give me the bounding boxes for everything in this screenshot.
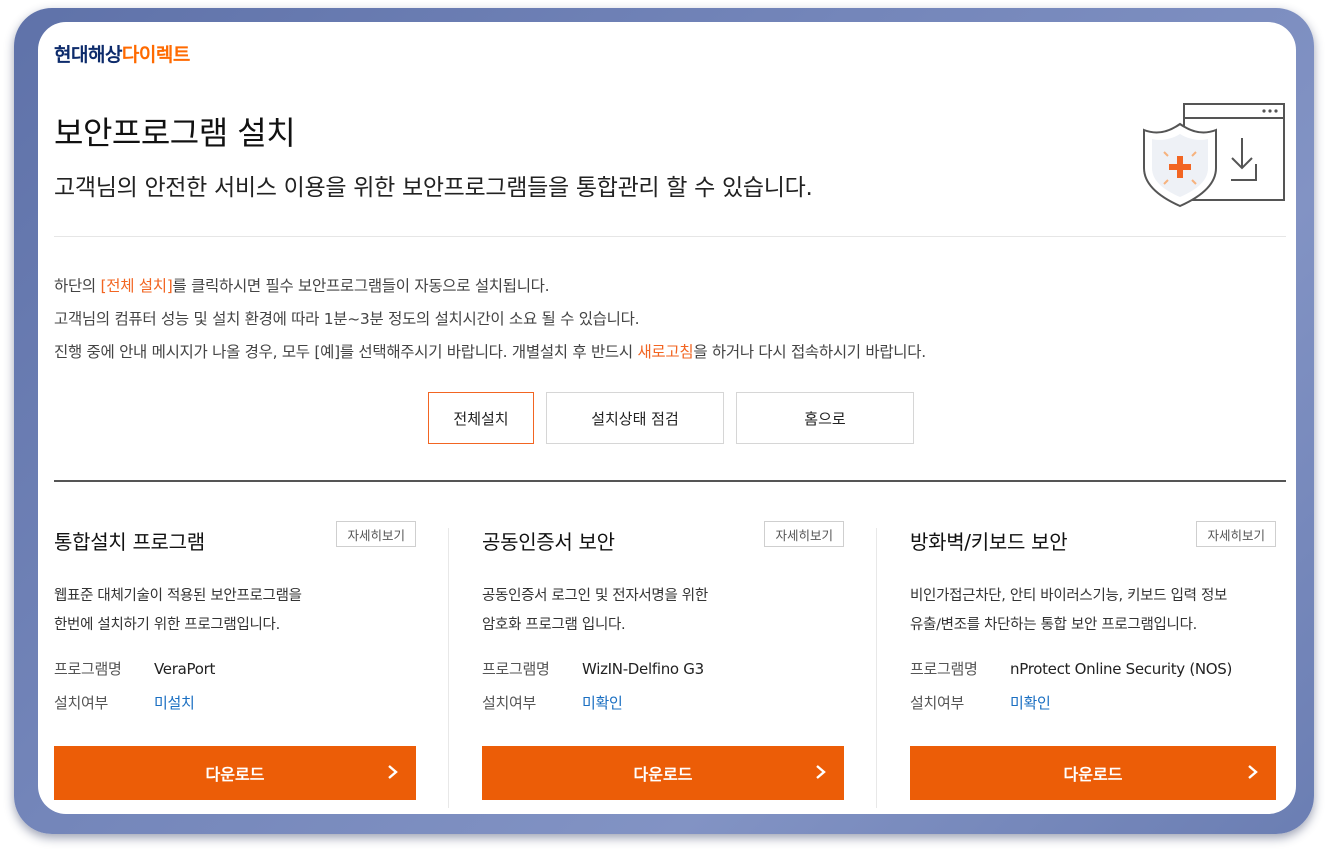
chevron-right-icon bbox=[1246, 760, 1260, 788]
program-name-row: 프로그램명 WizIN-Delfino G3 bbox=[482, 658, 704, 679]
install-status-value: 미확인 bbox=[1010, 694, 1051, 712]
program-name-value: nProtect Online Security (NOS) bbox=[1010, 660, 1233, 678]
install-all-button[interactable]: 전체설치 bbox=[428, 392, 534, 444]
card-description: 비인가접근차단, 안티 바이러스기능, 키보드 입력 정보 유출/변조를 차단하… bbox=[910, 588, 1228, 633]
page-subtitle: 고객님의 안전한 서비스 이용을 위한 보안프로그램들을 통합관리 할 수 있습… bbox=[54, 175, 813, 201]
install-status-label: 설치여부 bbox=[482, 694, 537, 712]
download-label: 다운로드 bbox=[205, 765, 265, 784]
brand-name-part1: 현대해상 bbox=[54, 44, 122, 66]
card-divider bbox=[876, 528, 877, 808]
brand-name-part2: 다이렉트 bbox=[121, 44, 190, 66]
card-title: 방화벽/키보드 보안 bbox=[910, 530, 1068, 554]
program-name-value: VeraPort bbox=[154, 660, 216, 678]
download-label: 다운로드 bbox=[1063, 765, 1123, 784]
header-divider bbox=[54, 236, 1286, 237]
notice-line-1: 하단의 [전체 설치]를 클릭하시면 필수 보안프로그램들이 자동으로 설치됩니… bbox=[54, 277, 550, 295]
install-notice: 하단의 [전체 설치]를 클릭하시면 필수 보안프로그램들이 자동으로 설치됩니… bbox=[54, 270, 926, 369]
page-title: 보안프로그램 설치 bbox=[54, 114, 296, 152]
program-name-value: WizIN-Delfino G3 bbox=[582, 660, 704, 678]
install-all-highlight: [전체 설치] bbox=[100, 277, 173, 295]
card-divider bbox=[448, 528, 449, 808]
install-status-label: 설치여부 bbox=[54, 694, 109, 712]
brand-logo[interactable]: 현대해상다이렉트 bbox=[54, 40, 190, 67]
refresh-highlight: 새로고침 bbox=[637, 343, 694, 361]
chevron-right-icon bbox=[386, 760, 400, 788]
install-status-row: 설치여부 미확인 bbox=[910, 692, 1051, 713]
program-name-label: 프로그램명 bbox=[482, 660, 550, 678]
home-button[interactable]: 홈으로 bbox=[736, 392, 914, 444]
shield-download-icon bbox=[1136, 100, 1286, 214]
details-button[interactable]: 자세히보기 bbox=[336, 521, 416, 547]
program-name-label: 프로그램명 bbox=[910, 660, 978, 678]
program-card-integrated: 통합설치 프로그램 자세히보기 웹표준 대체기술이 적용된 보안프로그램을 한번… bbox=[54, 514, 416, 804]
card-description: 공동인증서 로그인 및 전자서명을 위한 암호화 프로그램 입니다. bbox=[482, 588, 708, 633]
install-status-value: 미확인 bbox=[582, 694, 623, 712]
check-status-button[interactable]: 설치상태 점검 bbox=[546, 392, 724, 444]
program-card-certificate: 공동인증서 보안 자세히보기 공동인증서 로그인 및 전자서명을 위한 암호화 … bbox=[482, 514, 844, 804]
download-button[interactable]: 다운로드 bbox=[482, 746, 844, 800]
main-panel: 현대해상다이렉트 보안프로그램 설치 고객님의 안전한 서비스 이용을 위한 보… bbox=[38, 22, 1296, 814]
program-card-firewall: 방화벽/키보드 보안 자세히보기 비인가접근차단, 안티 바이러스기능, 키보드… bbox=[910, 514, 1276, 804]
details-button[interactable]: 자세히보기 bbox=[1196, 521, 1276, 547]
section-divider bbox=[54, 480, 1286, 482]
install-status-row: 설치여부 미설치 bbox=[54, 692, 195, 713]
card-title: 통합설치 프로그램 bbox=[54, 530, 205, 554]
details-button[interactable]: 자세히보기 bbox=[764, 521, 844, 547]
notice-line-3: 진행 중에 안내 메시지가 나올 경우, 모두 [예]를 선택해주시기 바랍니다… bbox=[54, 343, 926, 361]
card-title: 공동인증서 보안 bbox=[482, 530, 615, 554]
chevron-right-icon bbox=[814, 760, 828, 788]
download-label: 다운로드 bbox=[633, 765, 693, 784]
program-name-label: 프로그램명 bbox=[54, 660, 122, 678]
program-name-row: 프로그램명 VeraPort bbox=[54, 658, 215, 679]
install-status-value: 미설치 bbox=[154, 694, 195, 712]
install-status-row: 설치여부 미확인 bbox=[482, 692, 623, 713]
notice-line-2: 고객님의 컴퓨터 성능 및 설치 환경에 따라 1분~3분 정도의 설치시간이 … bbox=[54, 310, 640, 328]
download-button[interactable]: 다운로드 bbox=[54, 746, 416, 800]
card-description: 웹표준 대체기술이 적용된 보안프로그램을 한번에 설치하기 위한 프로그램입니… bbox=[54, 588, 302, 633]
download-button[interactable]: 다운로드 bbox=[910, 746, 1276, 800]
program-name-row: 프로그램명 nProtect Online Security (NOS) bbox=[910, 658, 1232, 679]
install-status-label: 설치여부 bbox=[910, 694, 965, 712]
